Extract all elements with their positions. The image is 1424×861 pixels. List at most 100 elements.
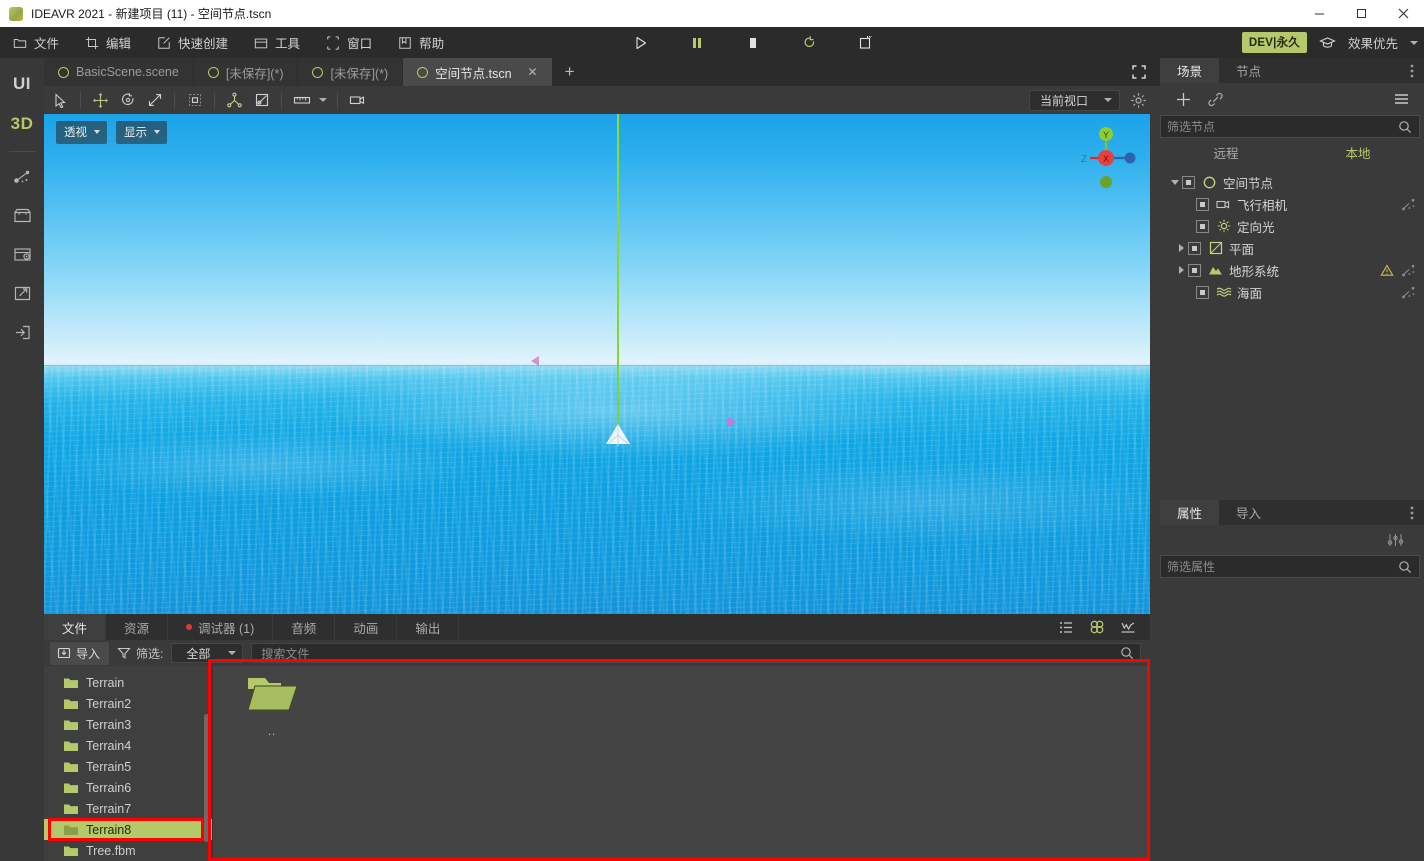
folder-list-scrollbar[interactable] bbox=[204, 714, 209, 842]
select-tool-button[interactable] bbox=[47, 88, 74, 112]
file-grid[interactable]: .. bbox=[212, 666, 1150, 861]
node-filter-input[interactable]: 筛选节点 bbox=[1160, 115, 1420, 138]
bounding-box-tool-button[interactable] bbox=[181, 88, 208, 112]
local-toggle-item[interactable]: 本地 bbox=[1292, 143, 1424, 162]
dock-tab-node[interactable]: 节点 bbox=[1219, 58, 1278, 83]
pause-button[interactable] bbox=[684, 27, 710, 58]
import-button[interactable]: 导入 bbox=[50, 641, 110, 665]
property-dock-menu-button[interactable] bbox=[1405, 500, 1419, 525]
tree-node-camera[interactable]: 飞行相机 bbox=[1160, 193, 1424, 215]
visibility-toggle[interactable] bbox=[1196, 285, 1209, 299]
scene-dock-menu-button[interactable] bbox=[1405, 58, 1419, 83]
folder-row-7-selected[interactable]: Terrain8 bbox=[44, 819, 212, 840]
tree-expander-closed[interactable] bbox=[1174, 266, 1188, 274]
bottom-tab-output[interactable]: 输出 bbox=[397, 614, 460, 640]
rail-asset-window-button[interactable] bbox=[0, 235, 44, 274]
ruler-options-caret[interactable] bbox=[315, 88, 331, 112]
folder-row-2[interactable]: Terrain3 bbox=[44, 714, 212, 735]
visibility-toggle[interactable] bbox=[1182, 175, 1195, 189]
property-filter-input[interactable]: 筛选属性 bbox=[1160, 555, 1420, 578]
scale-tool-button[interactable] bbox=[141, 88, 168, 112]
property-sliders-button[interactable] bbox=[1382, 528, 1408, 552]
filter-select[interactable]: 全部 bbox=[171, 643, 244, 663]
folder-row-4[interactable]: Terrain5 bbox=[44, 756, 212, 777]
play-button[interactable] bbox=[628, 27, 654, 58]
reload-button[interactable] bbox=[796, 27, 822, 58]
rail-export-button[interactable] bbox=[0, 274, 44, 313]
rail-mode-3d[interactable]: 3D bbox=[0, 104, 44, 144]
folder-row-0[interactable]: Terrain bbox=[44, 672, 212, 693]
menu-help[interactable]: 帮助 bbox=[385, 27, 457, 58]
maximize-button[interactable] bbox=[1340, 0, 1382, 27]
folder-row-3[interactable]: Terrain4 bbox=[44, 735, 212, 756]
dock-tab-properties[interactable]: 属性 bbox=[1160, 500, 1220, 525]
list-view-button[interactable] bbox=[1056, 617, 1076, 637]
folder-row-6[interactable]: Terrain7 bbox=[44, 798, 212, 819]
folder-row-1[interactable]: Terrain2 bbox=[44, 693, 212, 714]
dock-tab-scene[interactable]: 场景 bbox=[1160, 58, 1220, 83]
folder-row-5[interactable]: Terrain6 bbox=[44, 777, 212, 798]
viewport-settings-button[interactable] bbox=[1125, 88, 1152, 112]
animation-track-icon[interactable] bbox=[1402, 198, 1416, 211]
rail-node-graph-button[interactable] bbox=[0, 157, 44, 196]
clover-button[interactable] bbox=[1087, 617, 1107, 637]
menu-file[interactable]: 文件 bbox=[0, 27, 72, 58]
graduation-cap-icon[interactable] bbox=[1319, 36, 1336, 50]
scene-tab-0[interactable]: BasicScene.scene bbox=[44, 58, 194, 86]
menu-tools[interactable]: 工具 bbox=[241, 27, 313, 58]
visibility-toggle[interactable] bbox=[1188, 263, 1201, 277]
tree-expander-closed[interactable] bbox=[1174, 244, 1188, 252]
viewport-select[interactable]: 当前视口 bbox=[1028, 89, 1120, 111]
dock-tab-import[interactable]: 导入 bbox=[1219, 500, 1278, 525]
remote-toggle-item[interactable]: 远程 bbox=[1160, 143, 1292, 162]
grid-item-parent[interactable]: .. bbox=[235, 674, 309, 738]
new-scene-button[interactable]: + bbox=[553, 58, 587, 86]
ruler-tool-button[interactable] bbox=[288, 88, 315, 112]
move-tool-button[interactable] bbox=[87, 88, 114, 112]
tree-node-terrain-system[interactable]: 地形系统 bbox=[1160, 259, 1424, 281]
snap-tool-button[interactable] bbox=[221, 88, 248, 112]
node-menu-button[interactable] bbox=[1388, 87, 1414, 111]
scene-tab-1[interactable]: [未保存](*) bbox=[193, 58, 299, 86]
file-search-input[interactable]: 搜索文件 bbox=[251, 643, 1141, 663]
chevron-down-icon[interactable] bbox=[1410, 40, 1418, 45]
tree-node-directional-light[interactable]: 定向光 bbox=[1160, 215, 1424, 237]
rail-mode-ui[interactable]: UI bbox=[0, 64, 44, 104]
visibility-toggle[interactable] bbox=[1196, 219, 1209, 233]
warning-triangle-icon[interactable] bbox=[1380, 264, 1394, 277]
stop-button[interactable] bbox=[740, 27, 766, 58]
menu-quick-create[interactable]: 快速创建 bbox=[144, 27, 241, 58]
tree-node-ocean[interactable]: 海面 bbox=[1160, 281, 1424, 303]
tree-node-plane[interactable]: 平面 bbox=[1160, 237, 1424, 259]
download-button[interactable] bbox=[1118, 617, 1138, 637]
fullscreen-button[interactable] bbox=[1124, 58, 1154, 86]
scene-tab-2[interactable]: [未保存](*) bbox=[298, 58, 404, 86]
local-space-tool-button[interactable] bbox=[248, 88, 275, 112]
link-node-button[interactable] bbox=[1202, 87, 1228, 111]
animation-track-icon[interactable] bbox=[1402, 264, 1416, 277]
folder-row-8[interactable]: Tree.fbm bbox=[44, 840, 212, 861]
rail-exit-button[interactable] bbox=[0, 313, 44, 352]
tree-node-root[interactable]: 空间节点 bbox=[1160, 171, 1424, 193]
camera-tool-button[interactable] bbox=[344, 88, 371, 112]
perspective-dropdown[interactable]: 透视 bbox=[56, 121, 107, 144]
bottom-tab-resources[interactable]: 资源 bbox=[106, 614, 169, 640]
axis-gizmo[interactable]: Y X Z bbox=[1070, 122, 1142, 194]
menu-edit[interactable]: 编辑 bbox=[72, 27, 144, 58]
tree-expander-open[interactable] bbox=[1168, 179, 1182, 185]
minimize-button[interactable] bbox=[1298, 0, 1340, 27]
rotate-tool-button[interactable] bbox=[114, 88, 141, 112]
visibility-toggle[interactable] bbox=[1188, 241, 1201, 255]
bottom-tab-audio[interactable]: 音频 bbox=[273, 614, 336, 640]
effect-priority-label[interactable]: 效果优先 bbox=[1348, 33, 1398, 52]
scene-tab-3[interactable]: 空间节点.tscn ✕ bbox=[403, 58, 553, 86]
rail-store-button[interactable] bbox=[0, 196, 44, 235]
add-node-button[interactable] bbox=[1170, 87, 1196, 111]
viewport-3d[interactable]: 透视 显示 Y X Z bbox=[44, 114, 1150, 614]
scene-tab-close-icon[interactable]: ✕ bbox=[528, 65, 538, 79]
bottom-tab-animation[interactable]: 动画 bbox=[335, 614, 398, 640]
bottom-tab-files[interactable]: 文件 bbox=[44, 614, 107, 640]
folder-list[interactable]: Terrain Terrain2 Terrain3 Terrain4 Terra… bbox=[44, 666, 212, 861]
bottom-tab-debugger[interactable]: 调试器 (1) bbox=[168, 614, 274, 640]
visibility-toggle[interactable] bbox=[1196, 197, 1209, 211]
